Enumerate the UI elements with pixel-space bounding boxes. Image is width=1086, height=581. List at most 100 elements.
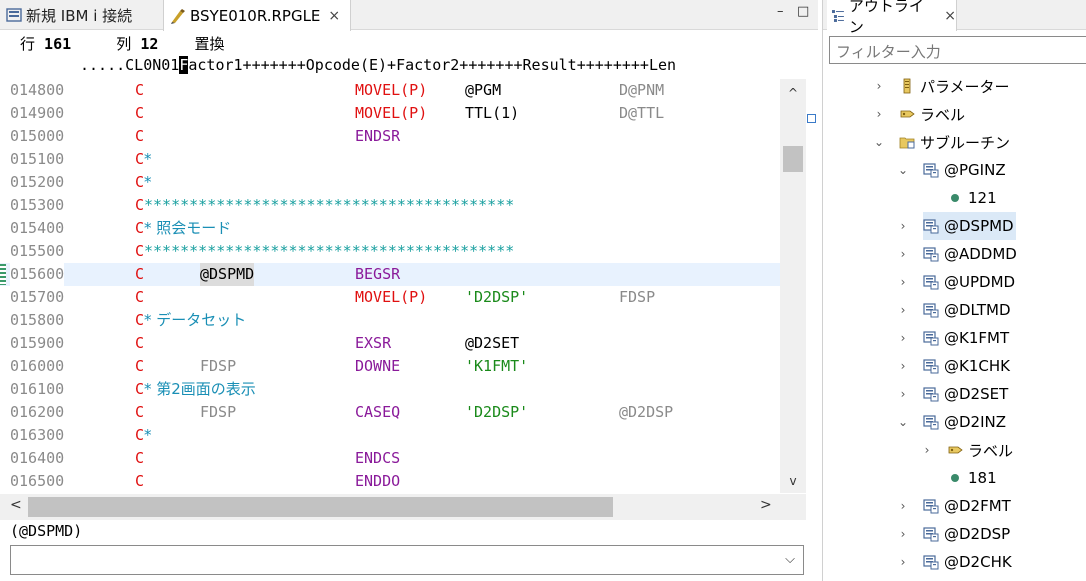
source-code-area[interactable]: 014800 C MOVEL(P) @PGM D@PNM 014900 C MOVEL(P) T… (0, 79, 780, 493)
expand-right-icon[interactable]: › (897, 247, 909, 261)
opcode: MOVEL(P) (355, 104, 428, 122)
expand-right-icon[interactable]: › (897, 499, 909, 513)
sequence-number: 015800 (10, 311, 65, 329)
outline-node[interactable]: ⌄ @PGINZ (898, 156, 1006, 184)
outline-node[interactable]: ⌄ サブルーチン (874, 128, 1010, 156)
source-line[interactable]: 015300 C *********************************… (0, 194, 780, 217)
tab-outline[interactable]: アウトライン × (827, 0, 957, 36)
close-icon[interactable]: × (328, 8, 340, 24)
source-line[interactable]: 016100 C * 第2画面の表示 (0, 378, 780, 401)
maximize-button[interactable]: □ (797, 4, 809, 19)
outline-node-label: @DLTMD (944, 301, 1011, 319)
outline-node[interactable]: › @ADDMD (901, 240, 1017, 268)
source-line[interactable]: 016400 C ENDCS (0, 447, 780, 470)
subroutine-icon (923, 555, 939, 570)
filter-input[interactable]: フィルター入力 (829, 36, 1086, 64)
source-line[interactable]: 015500 C *********************************… (0, 240, 780, 263)
minimize-button[interactable]: – (777, 4, 784, 19)
source-line[interactable]: 015000 C ENDSR (0, 125, 780, 148)
outline-node[interactable]: › @DLTMD (901, 296, 1011, 324)
outline-node[interactable]: › @D2SET (901, 380, 1009, 408)
outline-node[interactable]: › ラベル (877, 100, 965, 128)
horizontal-scroll-thumb[interactable] (28, 497, 613, 517)
source-line[interactable]: 016200 C FDSP CASEQ 'D2DSP' @D2DSP (0, 401, 780, 424)
comment-text: * 第2画面の表示 (144, 380, 256, 398)
expand-right-icon[interactable]: › (897, 387, 909, 401)
sequence-number: 015600 (10, 263, 65, 286)
tab-bsye010r-rpgle[interactable]: BSYE010R.RPGLE × (163, 0, 351, 31)
expand-down-icon[interactable]: ⌄ (897, 415, 909, 429)
expand-right-icon[interactable]: › (897, 555, 909, 569)
outline-node[interactable]: › @D2FMT (901, 492, 1011, 520)
opcode: ENDDO (355, 472, 401, 490)
expand-right-icon[interactable]: › (897, 219, 909, 233)
expand-right-icon[interactable]: › (873, 79, 885, 93)
outline-node-label: 121 (968, 189, 997, 207)
expand-right-icon[interactable]: › (873, 107, 885, 121)
source-line[interactable]: 015200 C * (0, 171, 780, 194)
spec-type: C (135, 311, 145, 329)
outline-node[interactable]: › パラメーター (877, 72, 1010, 100)
source-line[interactable]: 015900 C EXSR @D2SET (0, 332, 780, 355)
expand-right-icon[interactable]: › (897, 303, 909, 317)
factor2: 'K1FMT' (465, 357, 529, 375)
expand-right-icon[interactable]: › (897, 275, 909, 289)
outline-tree[interactable]: › パラメーター › ラベル ⌄ サブルーチン ⌄ @PGINZ 121 › @DSPMD › @ADD… (823, 72, 1086, 581)
source-line[interactable]: 014800 C MOVEL(P) @PGM D@PNM (0, 79, 780, 102)
outline-node-label: @D2SET (944, 385, 1009, 403)
outline-node[interactable]: ⌄ @D2INZ (898, 408, 1007, 436)
expand-right-icon[interactable]: › (897, 527, 909, 541)
outline-node-label: @K1FMT (944, 329, 1010, 347)
outline-node-label: @D2INZ (944, 413, 1007, 431)
outline-node[interactable]: › @K1CHK (901, 352, 1010, 380)
scroll-down-arrow[interactable]: v (780, 471, 806, 491)
outline-node[interactable]: 121 (947, 184, 997, 212)
sequence-number: 016000 (10, 357, 65, 375)
source-line[interactable]: 014900 C MOVEL(P) TTL(1) D@TTL (0, 102, 780, 125)
expand-right-icon[interactable]: › (921, 443, 933, 457)
source-line[interactable]: 016500 C ENDDO (0, 470, 780, 493)
command-combo[interactable]: ⌵ (10, 545, 804, 575)
source-line[interactable]: 015700 C MOVEL(P) 'D2DSP' FDSP (0, 286, 780, 309)
column-number: 12 (140, 35, 159, 53)
outline-node[interactable]: › @K1FMT (901, 324, 1010, 352)
outline-node[interactable]: › @UPDMD (901, 268, 1015, 296)
opcode: ENDSR (355, 127, 401, 145)
source-line[interactable]: 015800 C * データセット (0, 309, 780, 332)
scroll-up-arrow[interactable]: ^ (780, 83, 806, 103)
expand-down-icon[interactable]: ⌄ (873, 135, 885, 149)
spec-type: C (135, 357, 145, 375)
expand-right-icon[interactable]: › (897, 359, 909, 373)
outline-node[interactable]: › @D2CHK (901, 548, 1012, 576)
tab-label: アウトライン (848, 0, 924, 36)
editor-pane: 新規 IBM i 接続 BSYE010R.RPGLE × – □ 行 161 列… (0, 0, 818, 581)
source-line[interactable]: 015600 C @DSPMD BEGSR (0, 263, 780, 286)
comment-text: * (144, 150, 152, 168)
opcode: CASEQ (355, 403, 401, 421)
outline-node[interactable]: › ラベル (925, 436, 1013, 464)
outline-node[interactable]: › @DSPMD (901, 212, 1016, 240)
chevron-down-icon[interactable]: ⌵ (785, 552, 795, 567)
outline-node[interactable]: › @D2DSP (901, 520, 1011, 548)
spec-type: C (135, 173, 145, 191)
overview-ruler-marker[interactable] (807, 114, 816, 123)
scroll-thumb[interactable] (783, 146, 803, 172)
spec-type: C (135, 219, 145, 237)
scroll-right-arrow[interactable]: > (760, 497, 772, 513)
expand-right-icon[interactable]: › (897, 331, 909, 345)
result-field: D@PNM (619, 81, 665, 99)
vertical-scrollbar[interactable]: ^ v (780, 79, 806, 493)
outline-node-label: @ADDMD (944, 245, 1017, 263)
ruler-rest: actor1+++++++Opcode(E)+Factor2+++++++Res… (188, 56, 677, 74)
editor-tab-bar: 新規 IBM i 接続 BSYE010R.RPGLE × – □ (0, 0, 818, 31)
tab-new-ibm-i-connection[interactable]: 新規 IBM i 接続 (0, 0, 160, 30)
outline-node[interactable]: 181 (947, 464, 997, 492)
scroll-left-arrow[interactable]: < (10, 497, 22, 513)
source-line[interactable]: 015400 C * 照会モード (0, 217, 780, 240)
source-line[interactable]: 016300 C * (0, 424, 780, 447)
source-line[interactable]: 015100 C * (0, 148, 780, 171)
close-icon[interactable]: × (944, 8, 956, 24)
source-line[interactable]: 016000 C FDSP DOWNE 'K1FMT' (0, 355, 780, 378)
horizontal-scrollbar[interactable]: < > (0, 494, 780, 520)
expand-down-icon[interactable]: ⌄ (897, 163, 909, 177)
